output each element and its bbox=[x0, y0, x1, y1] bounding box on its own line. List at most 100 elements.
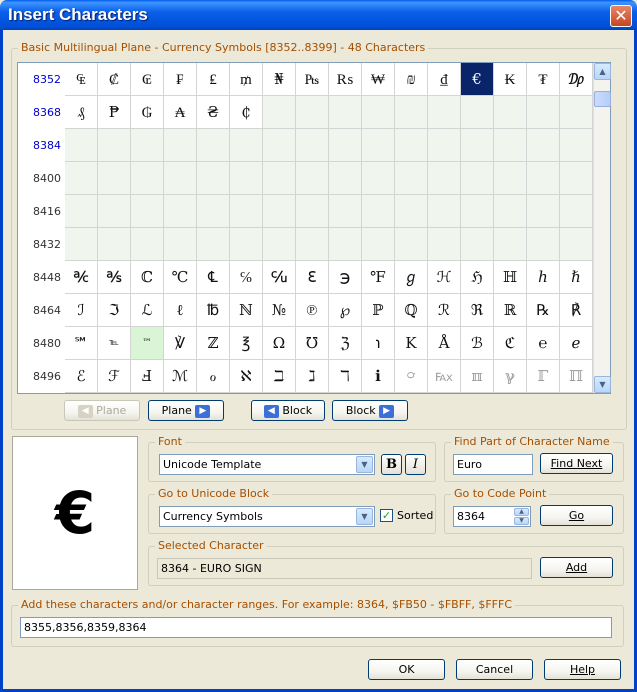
character-cell[interactable]: ₮ bbox=[527, 63, 560, 96]
character-cell[interactable]: ₵ bbox=[230, 96, 263, 129]
character-cell[interactable]: ℳ bbox=[164, 360, 197, 393]
character-cell[interactable]: ₯ bbox=[560, 63, 593, 96]
font-select[interactable]: Unicode Template ▼ bbox=[159, 454, 375, 475]
empty-character-cell[interactable] bbox=[461, 228, 494, 261]
empty-character-cell[interactable] bbox=[494, 162, 527, 195]
empty-character-cell[interactable] bbox=[197, 129, 230, 162]
empty-character-cell[interactable] bbox=[560, 228, 593, 261]
empty-character-cell[interactable] bbox=[527, 162, 560, 195]
empty-character-cell[interactable] bbox=[560, 162, 593, 195]
character-cell[interactable]: ℧ bbox=[296, 327, 329, 360]
empty-character-cell[interactable] bbox=[230, 228, 263, 261]
empty-character-cell[interactable] bbox=[164, 228, 197, 261]
empty-character-cell[interactable] bbox=[527, 228, 560, 261]
character-cell[interactable]: ℚ bbox=[395, 294, 428, 327]
empty-character-cell[interactable] bbox=[164, 195, 197, 228]
character-cell[interactable]: ₩ bbox=[362, 63, 395, 96]
bold-button[interactable]: B bbox=[381, 454, 402, 475]
character-cell[interactable]: ℔ bbox=[197, 294, 230, 327]
empty-character-cell[interactable] bbox=[296, 228, 329, 261]
character-cell[interactable]: ₫ bbox=[428, 63, 461, 96]
character-cell[interactable]: ℌ bbox=[461, 261, 494, 294]
scroll-down-button[interactable]: ▼ bbox=[594, 376, 611, 393]
character-cell[interactable]: ℛ bbox=[428, 294, 461, 327]
character-cell[interactable]: № bbox=[263, 294, 296, 327]
find-next-button[interactable]: Find Next bbox=[540, 453, 613, 474]
empty-character-cell[interactable] bbox=[296, 162, 329, 195]
empty-character-cell[interactable] bbox=[428, 96, 461, 129]
character-cell[interactable]: K bbox=[395, 327, 428, 360]
character-cell[interactable]: ℴ bbox=[197, 360, 230, 393]
character-cell[interactable]: ℯ bbox=[560, 327, 593, 360]
add-ranges-input[interactable]: 8355,8356,8359,8364 bbox=[20, 617, 612, 638]
empty-character-cell[interactable] bbox=[197, 228, 230, 261]
unicode-block-select[interactable]: Currency Symbols ▼ bbox=[159, 506, 375, 527]
empty-character-cell[interactable] bbox=[428, 195, 461, 228]
character-cell[interactable]: ℐ bbox=[65, 294, 98, 327]
character-cell[interactable]: ℂ bbox=[131, 261, 164, 294]
character-cell[interactable]: ℀ bbox=[65, 261, 98, 294]
character-cell[interactable]: ₱ bbox=[98, 96, 131, 129]
spin-down-icon[interactable]: ▼ bbox=[514, 517, 529, 525]
empty-character-cell[interactable] bbox=[329, 129, 362, 162]
empty-character-cell[interactable] bbox=[527, 129, 560, 162]
empty-character-cell[interactable] bbox=[395, 129, 428, 162]
character-cell[interactable]: ℤ bbox=[197, 327, 230, 360]
character-cell[interactable]: ℗ bbox=[296, 294, 329, 327]
empty-character-cell[interactable] bbox=[131, 228, 164, 261]
character-cell[interactable]: ℰ bbox=[65, 360, 98, 393]
previous-plane-button[interactable]: ◀ Plane bbox=[64, 400, 140, 421]
character-cell[interactable]: ℆ bbox=[263, 261, 296, 294]
empty-character-cell[interactable] bbox=[263, 129, 296, 162]
character-cell[interactable]: ℽ bbox=[494, 360, 527, 393]
character-cell[interactable]: € bbox=[461, 63, 494, 96]
empty-character-cell[interactable] bbox=[395, 96, 428, 129]
character-cell[interactable]: ₨ bbox=[329, 63, 362, 96]
empty-character-cell[interactable] bbox=[98, 228, 131, 261]
empty-character-cell[interactable] bbox=[362, 228, 395, 261]
empty-character-cell[interactable] bbox=[428, 228, 461, 261]
empty-character-cell[interactable] bbox=[98, 129, 131, 162]
empty-character-cell[interactable] bbox=[131, 129, 164, 162]
empty-character-cell[interactable] bbox=[395, 162, 428, 195]
previous-block-button[interactable]: ◀ Block bbox=[251, 400, 325, 421]
character-cell[interactable]: ℁ bbox=[98, 261, 131, 294]
character-cell[interactable]: ℱ bbox=[98, 360, 131, 393]
empty-character-cell[interactable] bbox=[263, 96, 296, 129]
empty-character-cell[interactable] bbox=[494, 129, 527, 162]
character-cell[interactable]: ℹ bbox=[362, 360, 395, 393]
empty-character-cell[interactable] bbox=[230, 195, 263, 228]
character-cell[interactable]: ₰ bbox=[65, 96, 98, 129]
empty-character-cell[interactable] bbox=[527, 195, 560, 228]
empty-character-cell[interactable] bbox=[494, 195, 527, 228]
character-cell[interactable]: ℩ bbox=[362, 327, 395, 360]
character-cell[interactable]: ℘ bbox=[329, 294, 362, 327]
help-button[interactable]: Help bbox=[544, 659, 621, 680]
character-grid[interactable]: 8352 8368 8384 8400 8416 8432 8448 8464 8480 8496… bbox=[17, 62, 611, 394]
empty-character-cell[interactable] bbox=[65, 195, 98, 228]
empty-character-cell[interactable] bbox=[560, 129, 593, 162]
character-cell[interactable]: ℾ bbox=[527, 360, 560, 393]
character-cell[interactable]: ₪ bbox=[395, 63, 428, 96]
character-cell[interactable]: ℣ bbox=[164, 327, 197, 360]
empty-character-cell[interactable] bbox=[560, 96, 593, 129]
character-cell[interactable]: Ω bbox=[263, 327, 296, 360]
scroll-thumb[interactable] bbox=[594, 91, 611, 107]
empty-character-cell[interactable] bbox=[263, 228, 296, 261]
character-cell[interactable]: Å bbox=[428, 327, 461, 360]
next-block-button[interactable]: Block ▶ bbox=[332, 400, 408, 421]
empty-character-cell[interactable] bbox=[197, 162, 230, 195]
character-cell[interactable]: ₣ bbox=[164, 63, 197, 96]
empty-character-cell[interactable] bbox=[527, 96, 560, 129]
empty-character-cell[interactable] bbox=[428, 162, 461, 195]
character-cell[interactable]: ℏ bbox=[560, 261, 593, 294]
empty-character-cell[interactable] bbox=[131, 162, 164, 195]
empty-character-cell[interactable] bbox=[494, 96, 527, 129]
character-cell[interactable]: ℙ bbox=[362, 294, 395, 327]
spin-up-icon[interactable]: ▲ bbox=[514, 508, 529, 516]
italic-button[interactable]: I bbox=[405, 454, 426, 475]
ok-button[interactable]: OK bbox=[368, 659, 445, 680]
empty-character-cell[interactable] bbox=[65, 129, 98, 162]
grid-scrollbar[interactable]: ▲ ▼ bbox=[593, 63, 611, 393]
next-plane-button[interactable]: Plane ▶ bbox=[148, 400, 224, 421]
